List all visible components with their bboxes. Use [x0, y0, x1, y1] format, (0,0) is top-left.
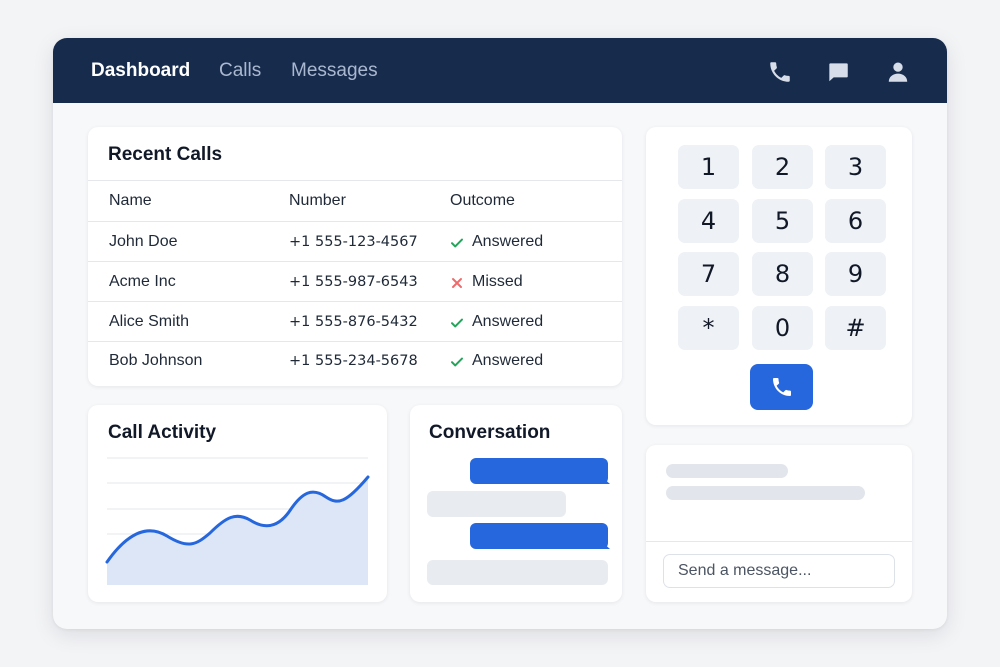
nav-dashboard[interactable]: Dashboard [91, 60, 190, 82]
recent-calls-title: Recent Calls [108, 144, 223, 165]
outgoing-message-bubble [470, 458, 608, 484]
cross-icon [452, 278, 462, 288]
dialpad-key-5[interactable]: 5 [752, 199, 813, 243]
bubble-tail [602, 542, 610, 549]
recent-calls-card: Recent Calls Name Number Outcome John Do… [88, 127, 622, 386]
column-header-name: Name [109, 192, 152, 209]
dialpad-key-6[interactable]: 6 [825, 199, 886, 243]
dialpad-key-1[interactable]: 1 [678, 145, 739, 189]
call-name: John Doe [109, 233, 178, 250]
divider [646, 541, 912, 542]
dialpad-key-hash[interactable]: # [825, 306, 886, 350]
check-icon [451, 238, 463, 248]
app-window: Dashboard Calls Messages Recent Calls Na… [53, 38, 947, 629]
call-name: Alice Smith [109, 313, 190, 330]
divider [88, 341, 622, 342]
placeholder-line [666, 464, 788, 478]
bubble-tail [602, 477, 610, 484]
dialpad-key-8[interactable]: 8 [752, 252, 813, 296]
call-number: +1 555-876-5432 [289, 314, 418, 330]
check-icon [451, 357, 463, 367]
dialpad-key-2[interactable]: 2 [752, 145, 813, 189]
phone-icon[interactable] [767, 59, 793, 85]
conversation-title: Conversation [429, 422, 551, 443]
placeholder-line [666, 486, 865, 500]
column-header-outcome: Outcome [450, 192, 515, 209]
divider [88, 180, 622, 181]
incoming-message-bubble [427, 491, 566, 517]
check-icon [451, 318, 463, 328]
call-outcome: Missed [472, 273, 523, 290]
nav-messages[interactable]: Messages [291, 60, 378, 82]
call-button[interactable] [750, 364, 813, 410]
call-number: +1 555-123-4567 [289, 234, 418, 250]
divider [88, 221, 622, 222]
call-number: +1 555-987-6543 [289, 274, 418, 290]
call-activity-chart [105, 457, 370, 585]
dialpad-card: 1 2 3 4 5 6 7 8 9 * 0 # [646, 127, 912, 425]
column-header-number: Number [289, 192, 346, 209]
dialpad-key-4[interactable]: 4 [678, 199, 739, 243]
incoming-message-bubble [427, 560, 608, 585]
chat-icon[interactable] [825, 59, 851, 85]
top-nav-bar: Dashboard Calls Messages [53, 38, 947, 103]
nav-calls[interactable]: Calls [219, 60, 261, 82]
dialpad-key-star[interactable]: * [678, 306, 739, 350]
conversation-card: Conversation [410, 405, 622, 602]
dialpad-key-9[interactable]: 9 [825, 252, 886, 296]
message-input[interactable] [663, 554, 895, 588]
call-name: Acme Inc [109, 273, 176, 290]
user-icon[interactable] [885, 59, 911, 85]
dialpad-key-7[interactable]: 7 [678, 252, 739, 296]
call-number: +1 555-234-5678 [289, 353, 418, 369]
dialpad-key-0[interactable]: 0 [752, 306, 813, 350]
call-outcome: Answered [472, 313, 544, 330]
call-activity-card: Call Activity [88, 405, 387, 602]
call-outcome: Answered [472, 233, 544, 250]
call-name: Bob Johnson [109, 352, 203, 369]
phone-icon [772, 378, 791, 396]
dialpad-key-3[interactable]: 3 [825, 145, 886, 189]
divider [88, 301, 622, 302]
outgoing-message-bubble [470, 523, 608, 549]
message-panel-card [646, 445, 912, 602]
divider [88, 261, 622, 262]
call-outcome: Answered [472, 352, 544, 369]
